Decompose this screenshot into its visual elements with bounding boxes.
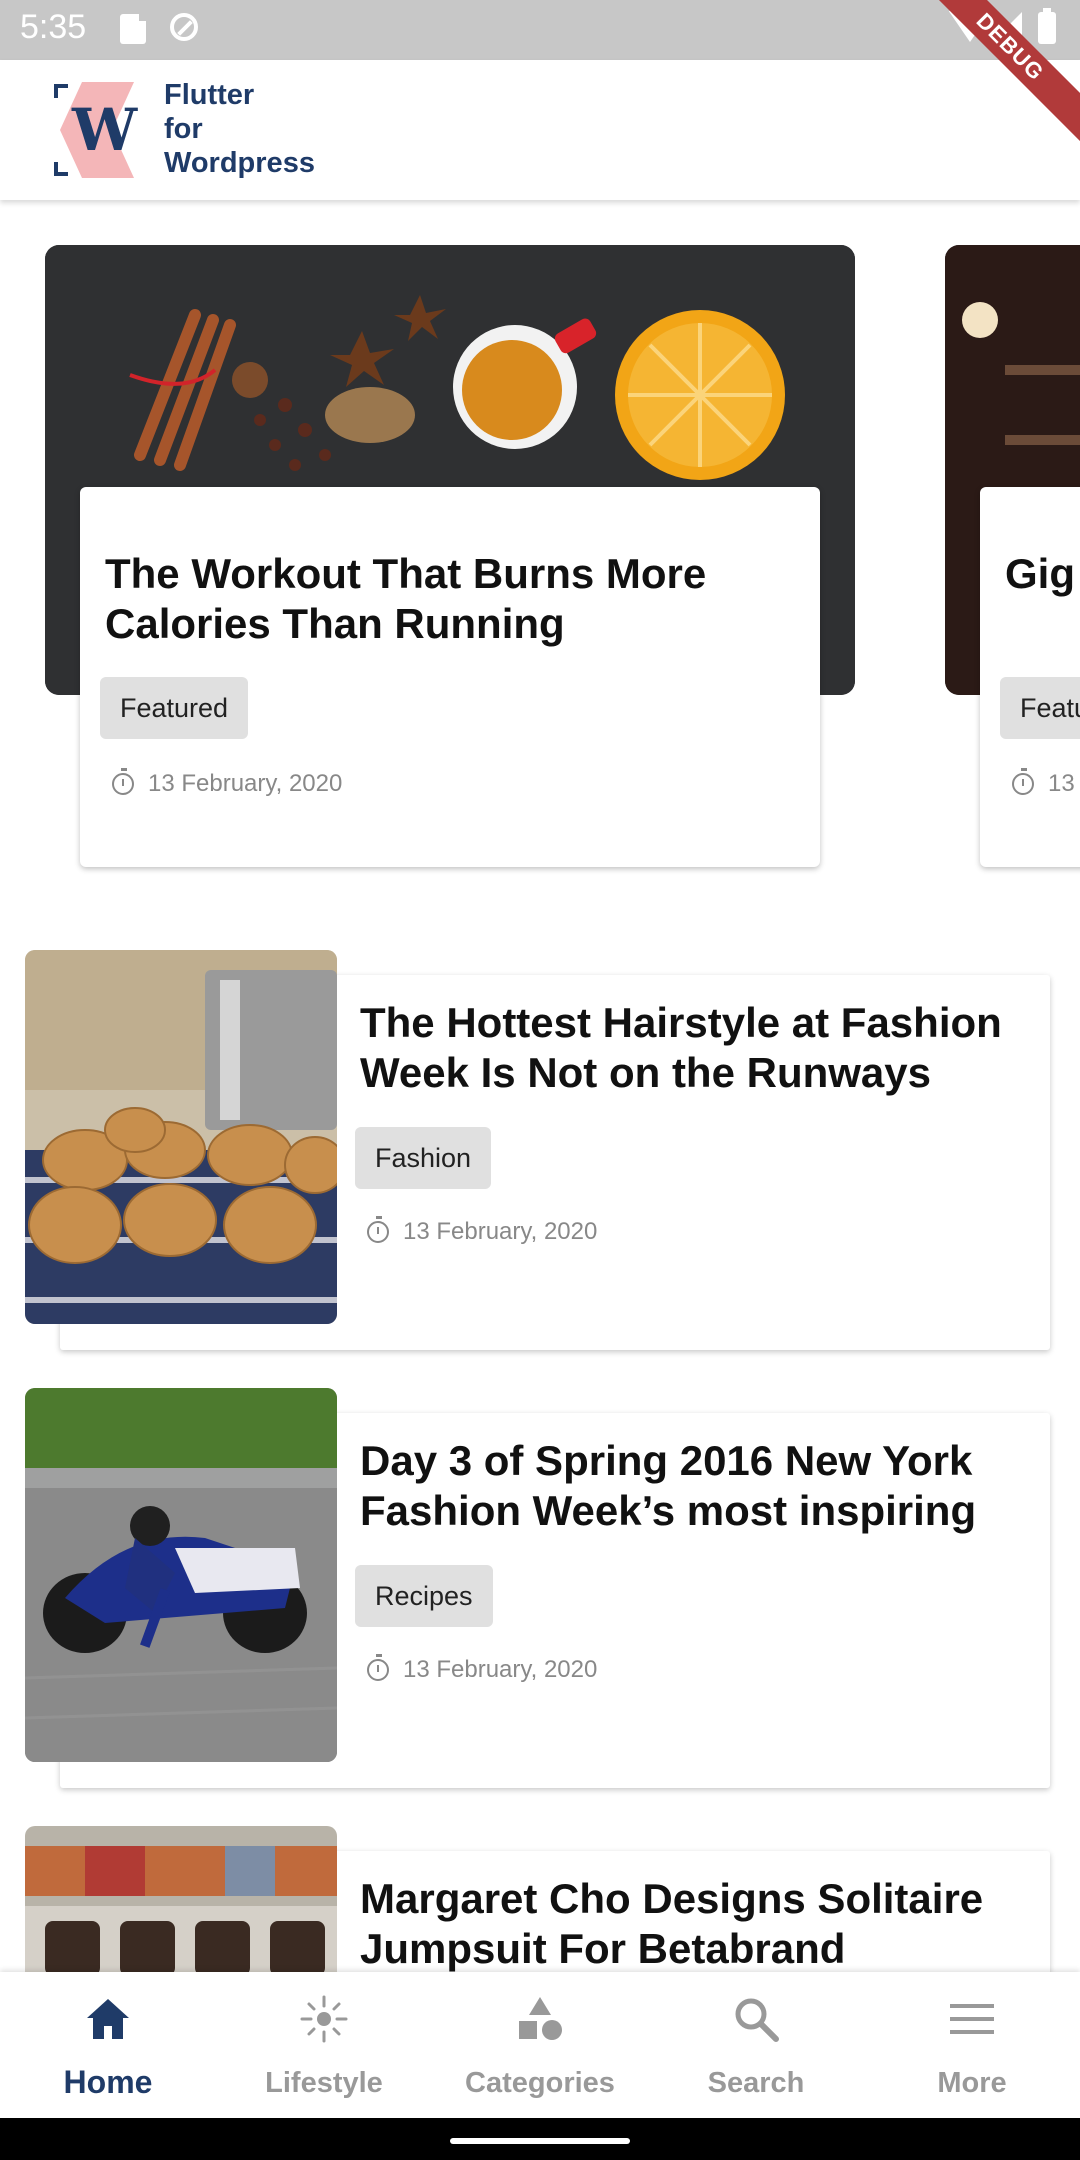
- category-chip[interactable]: Featu: [1000, 677, 1080, 739]
- post-card[interactable]: Margaret Cho Designs Solitaire Jumpsuit …: [0, 1826, 1080, 1972]
- shapes-icon: [519, 1997, 562, 2040]
- timer-icon: [367, 1654, 389, 1681]
- date-row: 13 February, 2020: [367, 1654, 598, 1684]
- nav-label: More: [937, 2067, 1007, 2099]
- post-thumbnail[interactable]: [25, 950, 337, 1324]
- nav-home[interactable]: Home: [0, 1972, 216, 2118]
- nav-lifestyle[interactable]: Lifestyle: [216, 1972, 432, 2118]
- nav-label: Home: [63, 2064, 153, 2100]
- timer-icon: [1012, 768, 1034, 795]
- sun-icon: [300, 1995, 348, 2043]
- featured-panel: Gig Rev Featu 13: [980, 487, 1080, 867]
- post-thumbnail[interactable]: [25, 1388, 337, 1762]
- post-date: 13 February, 2020: [148, 770, 343, 797]
- sd-card-icon: [120, 13, 147, 44]
- featured-title[interactable]: The Workout That Burns More Calories Tha…: [105, 549, 795, 649]
- nav-more[interactable]: More: [864, 1972, 1080, 2118]
- app-logo: W: [54, 82, 138, 178]
- status-time: 5:35: [20, 8, 87, 46]
- category-chip[interactable]: Fashion: [355, 1127, 492, 1189]
- home-icon: [87, 1999, 129, 2039]
- featured-card[interactable]: Gig Rev Featu 13: [945, 245, 1080, 875]
- date-row: 13 February, 2020: [367, 1216, 598, 1246]
- post-title[interactable]: The Hottest Hairstyle at Fashion Week Is…: [360, 998, 1040, 1098]
- app-bar: W Flutter for Wordpress: [0, 60, 1080, 200]
- search-icon: [735, 1998, 779, 2042]
- post-title[interactable]: Margaret Cho Designs Solitaire Jumpsuit …: [360, 1874, 1040, 1972]
- featured-title[interactable]: Gig Rev: [1005, 549, 1080, 599]
- timer-icon: [367, 1216, 389, 1243]
- nav-categories[interactable]: Categories: [432, 1972, 648, 2118]
- post-thumbnail[interactable]: [25, 1826, 337, 1972]
- timer-icon: [112, 768, 134, 795]
- nav-label: Search: [707, 2067, 805, 2099]
- bottom-navigation: Home Lifestyle Categories Search More: [0, 1972, 1080, 2118]
- system-gesture-bar: [0, 2118, 1080, 2160]
- svg-text:W: W: [71, 96, 138, 164]
- battery-icon: [1038, 8, 1056, 44]
- nav-label: Categories: [465, 2067, 615, 2099]
- menu-icon: [950, 2004, 994, 2034]
- nav-label: Lifestyle: [265, 2067, 383, 2099]
- do-not-disturb-icon: [170, 13, 198, 41]
- brand-name: Flutter for Wordpress: [164, 79, 315, 179]
- featured-panel: The Workout That Burns More Calories Tha…: [80, 487, 820, 867]
- post-card[interactable]: The Hottest Hairstyle at Fashion Week Is…: [0, 950, 1080, 1355]
- status-bar: 5:35: [0, 0, 1080, 60]
- post-card[interactable]: Day 3 of Spring 2016 New York Fashion We…: [0, 1388, 1080, 1793]
- post-date: 13: [1048, 770, 1075, 797]
- date-row: 13 February, 2020: [112, 768, 343, 798]
- featured-card[interactable]: The Workout That Burns More Calories Tha…: [45, 245, 855, 875]
- post-date: 13 February, 2020: [403, 1656, 598, 1683]
- gesture-handle[interactable]: [450, 2138, 630, 2144]
- category-chip[interactable]: Featured: [100, 677, 249, 739]
- nav-search[interactable]: Search: [648, 1972, 864, 2118]
- post-date: 13 February, 2020: [403, 1218, 598, 1245]
- category-chip[interactable]: Recipes: [355, 1565, 493, 1627]
- date-row: 13: [1012, 768, 1075, 798]
- post-title[interactable]: Day 3 of Spring 2016 New York Fashion We…: [360, 1436, 1040, 1536]
